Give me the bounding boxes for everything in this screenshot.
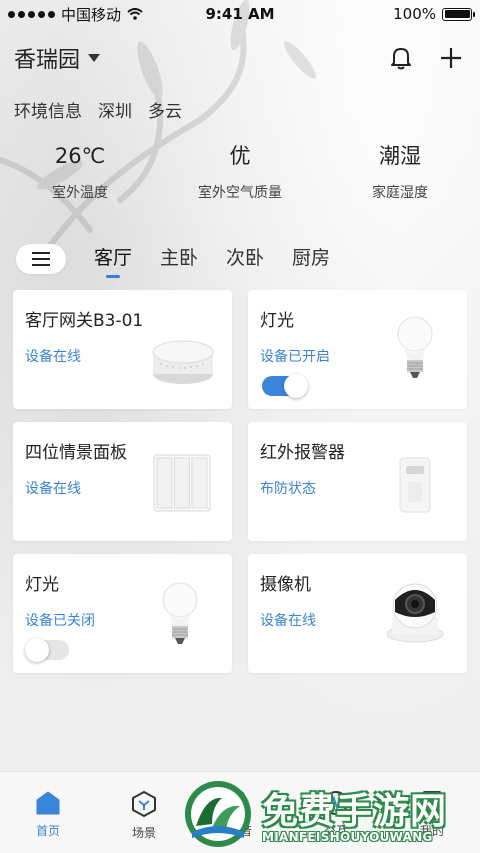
- tab-kitchen[interactable]: 厨房: [292, 242, 330, 276]
- scene-panel-icon: [153, 454, 211, 512]
- stat-label: 室外温度: [52, 185, 108, 201]
- device-card-light-on[interactable]: 灯光 设备已开启: [248, 290, 467, 409]
- device-title: 红外报警器: [260, 443, 345, 463]
- stat-humidity: 潮湿 家庭湿度: [320, 140, 480, 202]
- device-card-camera[interactable]: 摄像机 设备在线: [248, 554, 467, 673]
- weather-label: 多云: [148, 102, 182, 122]
- bell-icon[interactable]: [386, 43, 416, 73]
- tabbar-item-home[interactable]: 首页: [0, 772, 96, 853]
- scene-icon: [132, 791, 156, 817]
- stat-value: 潮湿: [379, 144, 421, 168]
- device-title: 灯光: [260, 311, 294, 331]
- environment-label: 环境信息: [14, 102, 82, 122]
- stat-outdoor-temp: 26℃ 室外温度: [0, 140, 160, 202]
- home-icon: [36, 791, 60, 815]
- stat-label: 家庭湿度: [372, 185, 428, 201]
- tab-master-bedroom[interactable]: 主卧: [160, 242, 198, 276]
- environment-info: 环境信息 深圳 多云: [14, 97, 182, 122]
- device-card-light-off[interactable]: 灯光 设备已关闭: [13, 554, 232, 673]
- device-card-scene-panel[interactable]: 四位情景面板 设备在线: [13, 422, 232, 541]
- tabbar-label: 交互: [323, 824, 348, 838]
- device-title: 灯光: [25, 575, 59, 595]
- stat-value: 优: [229, 144, 251, 168]
- voice-icon: [231, 791, 249, 814]
- light-bulb-icon: [162, 582, 198, 644]
- battery-percent: 100%: [393, 5, 436, 23]
- device-title: 客厅网关B3-01: [25, 311, 144, 331]
- light-bulb-icon: [397, 316, 433, 378]
- bottom-tab-bar: 首页 场景 语音 交互 我的: [0, 771, 480, 853]
- device-card-infrared-alarm[interactable]: 红外报警器 布防状态: [248, 422, 467, 541]
- device-state: 设备在线: [260, 613, 316, 629]
- device-state: 设备在线: [25, 349, 81, 365]
- device-title: 四位情景面板: [25, 443, 127, 463]
- device-state: 设备已开启: [260, 349, 330, 365]
- device-title: 摄像机: [260, 575, 311, 595]
- signal-dots-icon: [8, 10, 55, 18]
- city-label: 深圳: [98, 102, 132, 122]
- device-state: 设备已关闭: [25, 613, 95, 629]
- tabbar-item-voice[interactable]: 语音: [192, 772, 288, 853]
- tabbar-item-interact[interactable]: 交互: [288, 772, 384, 853]
- light-toggle-switch[interactable]: [262, 374, 308, 398]
- tab-living-room[interactable]: 客厅: [94, 242, 132, 278]
- tabbar-label: 语音: [227, 824, 252, 838]
- infrared-sensor-icon: [399, 457, 431, 513]
- hamburger-icon[interactable]: [16, 244, 66, 274]
- tab-second-bedroom[interactable]: 次卧: [226, 242, 264, 276]
- status-bar: 中国移动 9:41 AM 100%: [0, 0, 480, 28]
- stat-label: 室外空气质量: [198, 185, 282, 201]
- camera-icon: [386, 583, 444, 643]
- tabbar-label: 我的: [419, 824, 444, 838]
- device-state: 布防状态: [260, 481, 316, 497]
- device-state: 设备在线: [25, 481, 81, 497]
- profile-icon: [422, 791, 442, 815]
- battery-icon: [442, 7, 475, 21]
- light-toggle-switch[interactable]: [25, 638, 69, 662]
- header: 香瑞园: [14, 42, 466, 74]
- tabbar-label: 首页: [35, 824, 60, 838]
- interact-icon: [324, 791, 348, 815]
- gateway-device-icon: [152, 340, 214, 384]
- stat-air-quality: 优 室外空气质量: [160, 140, 320, 202]
- plus-icon[interactable]: [436, 43, 466, 73]
- wifi-icon: [127, 8, 143, 20]
- tabbar-label: 场景: [131, 826, 156, 840]
- stats-row: 26℃ 室外温度 优 室外空气质量 潮湿 家庭湿度: [0, 140, 480, 202]
- caret-down-icon[interactable]: [88, 54, 101, 62]
- tabbar-item-profile[interactable]: 我的: [384, 772, 480, 853]
- room-tabs: 客厅 主卧 次卧 厨房: [16, 242, 330, 278]
- stat-value: 26℃: [54, 144, 106, 168]
- tabbar-item-scene[interactable]: 场景: [96, 772, 192, 853]
- home-selector[interactable]: 香瑞园: [14, 42, 80, 74]
- device-card-gateway[interactable]: 客厅网关B3-01 设备在线: [13, 290, 232, 409]
- carrier-label: 中国移动: [61, 5, 122, 24]
